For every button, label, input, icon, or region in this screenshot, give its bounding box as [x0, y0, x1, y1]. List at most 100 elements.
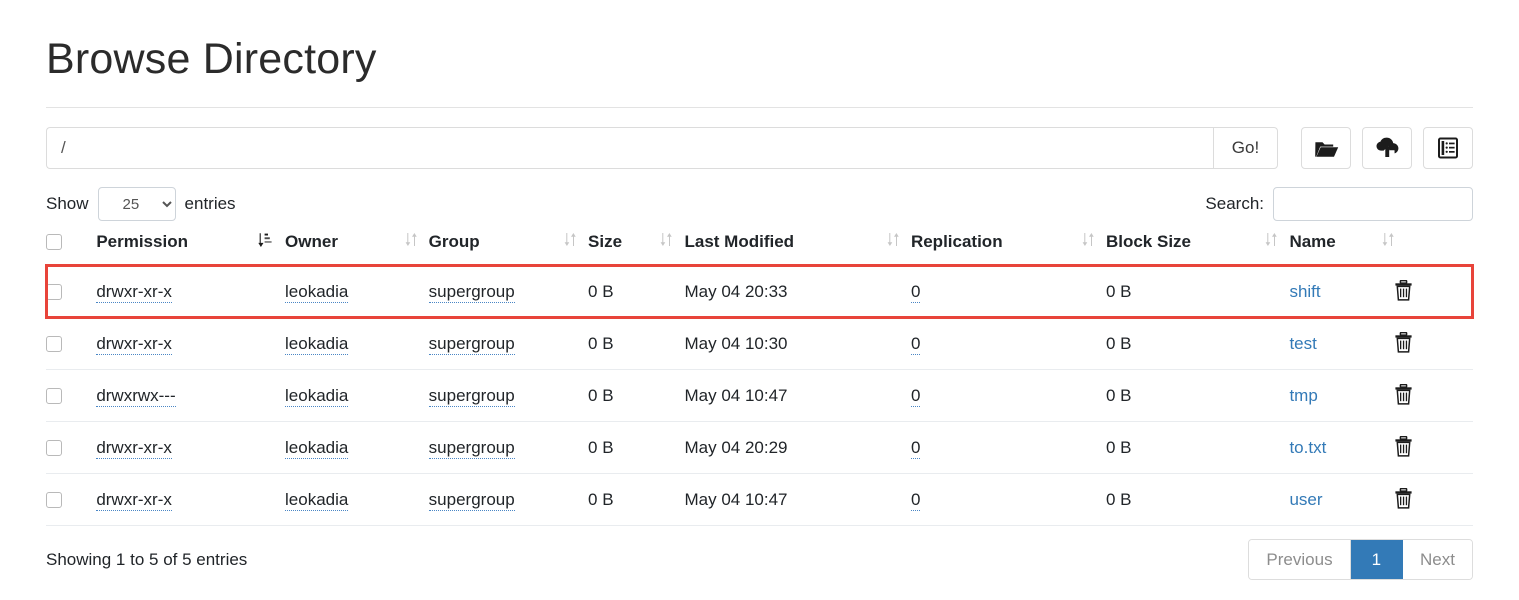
column-label-size: Size	[588, 232, 623, 252]
cell-last-modified: May 04 10:47	[684, 473, 911, 527]
permission-value[interactable]: drwxr-xr-x	[96, 282, 172, 304]
sort-updown-icon	[660, 232, 673, 252]
column-label-group: Group	[428, 232, 480, 252]
cell-replication: 0	[910, 317, 1106, 371]
table-row[interactable]: drwxr-xr-x leokadia supergroup 0 B May 0…	[46, 421, 1473, 475]
cell-owner: leokadia	[285, 473, 429, 527]
group-value[interactable]: supergroup	[428, 490, 515, 512]
go-button[interactable]: Go!	[1213, 127, 1278, 170]
trash-icon	[1394, 488, 1413, 512]
replication-value[interactable]: 0	[910, 438, 921, 460]
trash-icon	[1394, 384, 1413, 408]
delete-row-button[interactable]	[1394, 384, 1413, 408]
trash-icon	[1394, 280, 1413, 304]
group-value[interactable]: supergroup	[428, 282, 515, 304]
owner-value[interactable]: leokadia	[285, 490, 349, 512]
cell-delete	[1394, 369, 1473, 423]
cell-permission: drwxrwx---	[96, 369, 286, 423]
column-header-replication[interactable]: Replication	[910, 232, 1106, 267]
owner-value[interactable]: leokadia	[285, 438, 349, 460]
file-name-link[interactable]: test	[1289, 334, 1316, 353]
file-name-link[interactable]: user	[1289, 490, 1322, 509]
search-control: Search:	[1205, 187, 1473, 222]
column-label-replication: Replication	[910, 232, 1003, 252]
entries-info: Showing 1 to 5 of 5 entries	[46, 549, 248, 569]
select-all-checkbox[interactable]	[46, 234, 62, 251]
replication-value[interactable]: 0	[910, 490, 921, 512]
cell-owner: leokadia	[285, 369, 429, 423]
permission-value[interactable]: drwxr-xr-x	[96, 438, 172, 460]
delete-row-button[interactable]	[1394, 332, 1413, 356]
upload-file-button[interactable]	[1362, 127, 1412, 170]
column-header-group[interactable]: Group	[428, 232, 589, 267]
cell-group: supergroup	[428, 265, 589, 319]
column-header-owner[interactable]: Owner	[285, 232, 429, 267]
column-header-name[interactable]: Name	[1289, 232, 1395, 267]
file-table-container: Permission Owner Group Size Last Modifie…	[45, 232, 1474, 527]
group-value[interactable]: supergroup	[428, 334, 515, 356]
replication-value[interactable]: 0	[910, 282, 921, 304]
row-checkbox[interactable]	[46, 388, 62, 405]
file-name-link[interactable]: to.txt	[1289, 438, 1326, 457]
table-row[interactable]: drwxr-xr-x leokadia supergroup 0 B May 0…	[46, 317, 1473, 371]
replication-value[interactable]: 0	[910, 334, 921, 356]
sort-amount-down-icon	[257, 232, 273, 252]
file-table-body: drwxr-xr-x leokadia supergroup 0 B May 0…	[45, 264, 1474, 527]
delete-row-button[interactable]	[1394, 488, 1413, 512]
column-header-select	[46, 232, 97, 267]
permission-value[interactable]: drwxrwx---	[96, 386, 176, 408]
cell-owner: leokadia	[285, 317, 429, 371]
column-header-size[interactable]: Size	[588, 232, 685, 267]
row-checkbox[interactable]	[46, 284, 62, 301]
owner-value[interactable]: leokadia	[285, 334, 349, 356]
path-input[interactable]	[46, 127, 1213, 170]
delete-row-button[interactable]	[1394, 436, 1413, 460]
cell-delete	[1394, 265, 1473, 319]
column-label-permission: Permission	[96, 232, 188, 252]
row-select-cell	[46, 421, 97, 475]
cell-size: 0 B	[588, 265, 685, 319]
owner-value[interactable]: leokadia	[285, 282, 349, 304]
group-value[interactable]: supergroup	[428, 386, 515, 408]
toolbar-actions	[1301, 127, 1473, 170]
trash-icon	[1394, 436, 1413, 460]
column-label-last-modified: Last Modified	[684, 232, 795, 252]
file-name-link[interactable]: tmp	[1289, 386, 1317, 405]
search-input[interactable]	[1273, 187, 1473, 222]
create-directory-button[interactable]	[1301, 127, 1351, 170]
row-select-cell	[46, 317, 97, 371]
permission-value[interactable]: drwxr-xr-x	[96, 334, 172, 356]
page-length-control: Show 25 entries	[46, 187, 236, 222]
sort-updown-icon	[887, 232, 899, 252]
table-row[interactable]: drwxr-xr-x leokadia supergroup 0 B May 0…	[46, 473, 1473, 527]
cell-size: 0 B	[588, 473, 685, 527]
file-name-link[interactable]: shift	[1289, 282, 1320, 301]
pagination-previous[interactable]: Previous	[1249, 540, 1351, 580]
permission-value[interactable]: drwxr-xr-x	[96, 490, 172, 512]
cut-high-availability-button[interactable]	[1423, 127, 1473, 170]
column-header-delete	[1394, 232, 1473, 267]
cell-owner: leokadia	[285, 265, 429, 319]
sort-updown-icon	[1265, 232, 1278, 252]
owner-value[interactable]: leokadia	[285, 386, 349, 408]
pagination-page-1[interactable]: 1	[1350, 540, 1404, 580]
row-select-cell	[46, 265, 97, 319]
row-checkbox[interactable]	[46, 440, 62, 457]
sort-updown-icon	[1382, 232, 1394, 252]
delete-row-button[interactable]	[1394, 280, 1413, 304]
row-checkbox[interactable]	[46, 336, 62, 353]
cell-group: supergroup	[428, 421, 589, 475]
replication-value[interactable]: 0	[910, 386, 921, 408]
pagination-next[interactable]: Next	[1403, 540, 1472, 580]
cell-last-modified: May 04 20:33	[684, 265, 911, 319]
column-header-block-size[interactable]: Block Size	[1105, 232, 1290, 267]
cell-block-size: 0 B	[1105, 369, 1290, 423]
table-row[interactable]: drwxrwx--- leokadia supergroup 0 B May 0…	[46, 369, 1473, 423]
column-header-last-modified[interactable]: Last Modified	[684, 232, 911, 267]
page-length-select[interactable]: 25	[97, 187, 176, 222]
cell-permission: drwxr-xr-x	[96, 317, 286, 371]
column-header-permission[interactable]: Permission	[96, 232, 286, 267]
table-row[interactable]: drwxr-xr-x leokadia supergroup 0 B May 0…	[45, 264, 1474, 319]
group-value[interactable]: supergroup	[428, 438, 515, 460]
row-checkbox[interactable]	[46, 492, 62, 509]
